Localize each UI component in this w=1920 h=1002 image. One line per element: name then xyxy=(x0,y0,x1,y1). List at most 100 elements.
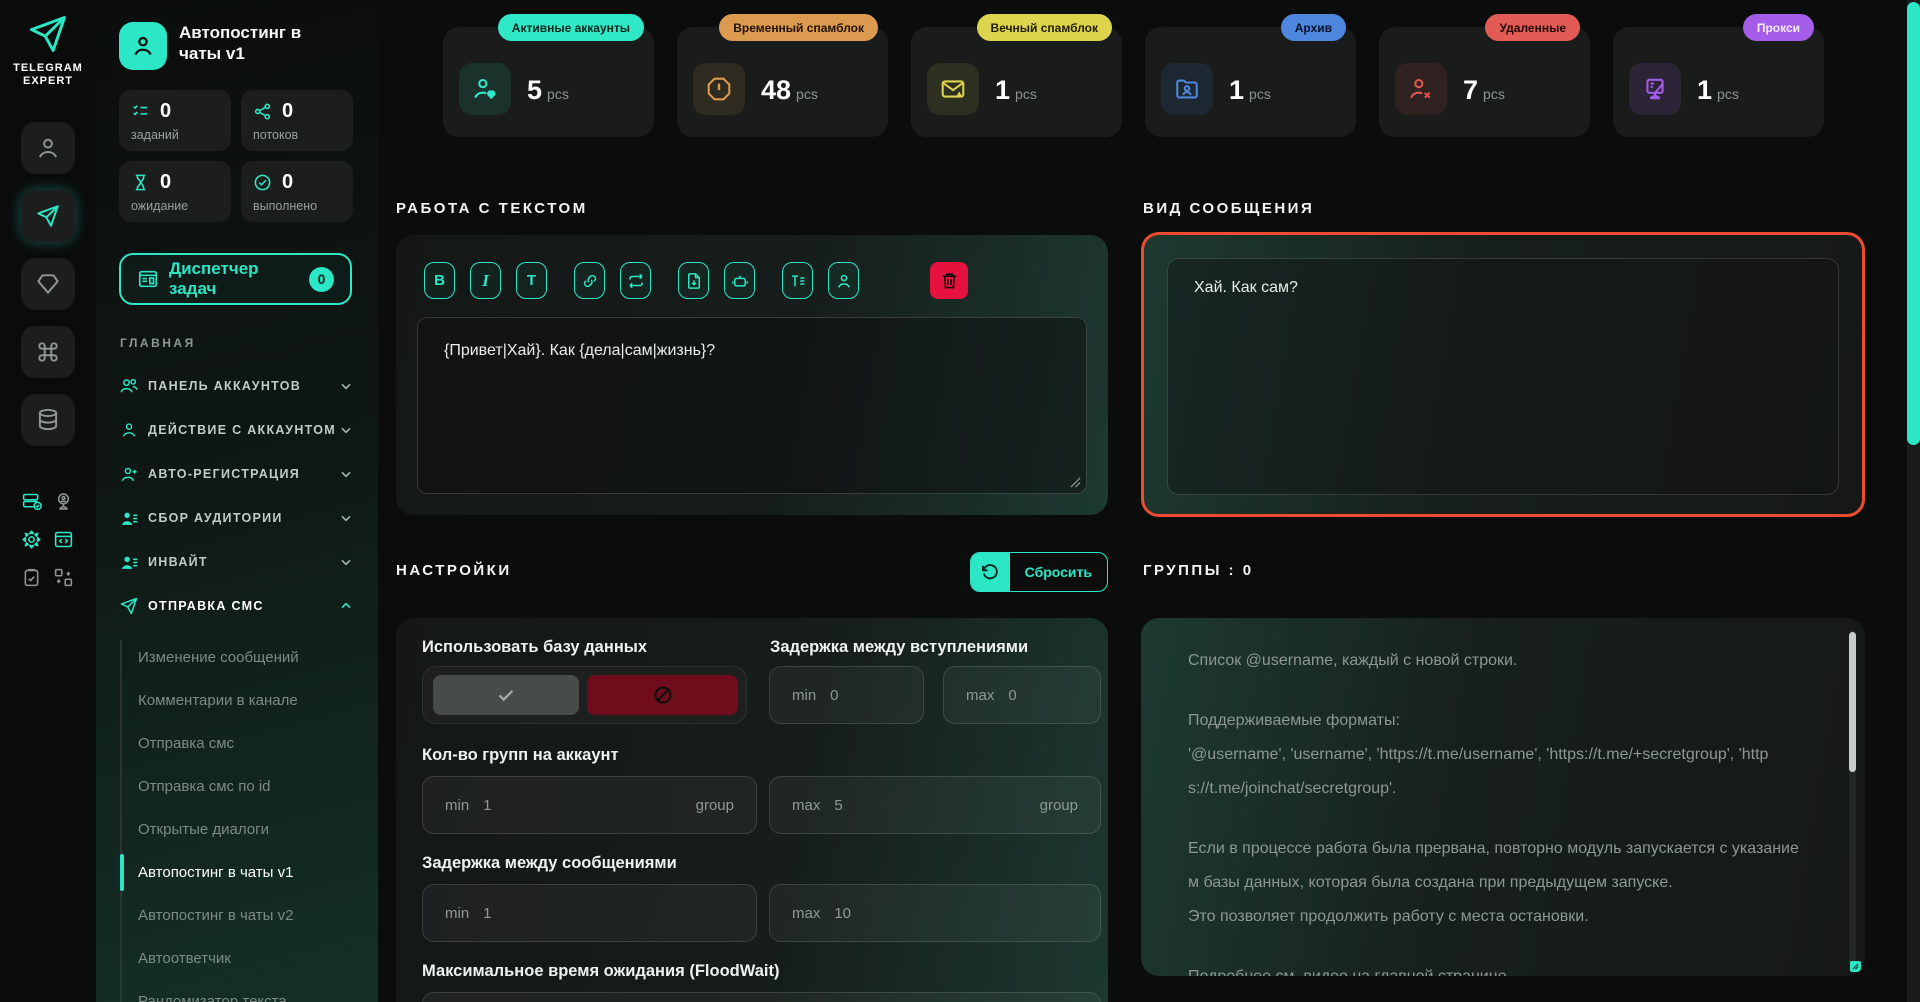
sidebar: Автопостинг в чаты v1 0 заданий 0 потоко… xyxy=(96,0,378,1002)
submenu-item-active[interactable]: Автопостинг в чаты v1 xyxy=(96,851,378,894)
main-content: Активные аккаунты 5pcs Временный спамбло… xyxy=(378,0,1920,1002)
text-template-button[interactable] xyxy=(782,262,813,299)
card-active-accounts[interactable]: Активные аккаунты 5pcs xyxy=(443,27,654,137)
reset-button[interactable]: Сбросить xyxy=(970,552,1108,592)
user-icon xyxy=(835,272,853,290)
menu-item-audience-collection[interactable]: СБОР АУДИТОРИИ xyxy=(96,496,378,540)
submenu-item[interactable]: Изменение сообщений xyxy=(96,636,378,679)
groups-resize-grip[interactable] xyxy=(1850,961,1861,972)
users-icon xyxy=(119,376,139,396)
groups-placeholder-textarea[interactable]: Список @username, каждый с новой строки.… xyxy=(1188,644,1828,976)
stat-value: 0 xyxy=(160,171,171,193)
submenu-item[interactable]: Отправка смс по id xyxy=(96,765,378,808)
chevron-down-icon xyxy=(338,466,354,482)
groups-min-input[interactable]: min1 group xyxy=(422,776,757,834)
submenu-item[interactable]: Отправка смс xyxy=(96,722,378,765)
database-icon xyxy=(35,407,61,433)
message-delay-min-input[interactable]: min1 xyxy=(422,884,757,942)
menu-item-auto-registration[interactable]: АВТО-РЕГИСТРАЦИЯ xyxy=(96,452,378,496)
settings-title: НАСТРОЙКИ xyxy=(396,562,512,579)
clipboard-check-icon[interactable] xyxy=(20,566,42,588)
nav-menu: ПАНЕЛЬ АККАУНТОВ ДЕЙСТВИЕ С АККАУНТОМ АВ… xyxy=(96,364,378,628)
repeat-icon xyxy=(627,272,645,290)
user-badge-icon xyxy=(130,33,156,59)
rail-database-button[interactable] xyxy=(21,394,75,446)
username-insert-button[interactable] xyxy=(828,262,859,299)
menu-item-invite[interactable]: ИНВАЙТ xyxy=(96,540,378,584)
toggle-no-option[interactable] xyxy=(587,675,738,715)
card-proxy[interactable]: Прокси 1pcs xyxy=(1613,27,1824,137)
check-icon xyxy=(495,684,517,706)
task-manager-button[interactable]: Диспетчер задач 0 xyxy=(119,253,352,305)
page-scrollbar-thumb[interactable] xyxy=(1907,2,1920,445)
server-check-icon[interactable] xyxy=(20,490,42,512)
submenu-item[interactable]: Рандомизатор текста xyxy=(96,980,378,1002)
join-delay-label: Задержка между вступлениями xyxy=(770,638,1028,657)
webcam-user-icon[interactable] xyxy=(52,490,74,512)
mail-alert-icon xyxy=(927,63,979,115)
card-perm-spamblock[interactable]: Вечный спамблок 1pcs xyxy=(911,27,1122,137)
user-icon xyxy=(35,135,61,161)
chevron-up-icon xyxy=(338,598,354,614)
use-db-toggle[interactable] xyxy=(422,666,747,724)
chevron-down-icon xyxy=(338,422,354,438)
link-button[interactable] xyxy=(574,262,605,299)
text-format-button[interactable]: T xyxy=(516,262,547,299)
message-view-panel: Хай. Как сам? xyxy=(1141,232,1865,517)
file-import-button[interactable] xyxy=(678,262,709,299)
menu-item-label: ДЕЙСТВИЕ С АККАУНТОМ xyxy=(148,423,338,437)
card-deleted[interactable]: Удаленные 7pcs xyxy=(1379,27,1590,137)
spintax-textarea[interactable]: {Привет|Хай}. Как {дела|сам|жизнь}? xyxy=(417,317,1087,494)
card-archive[interactable]: Архив 1pcs xyxy=(1145,27,1356,137)
gem-icon xyxy=(35,271,61,297)
submenu-item[interactable]: Автоответчик xyxy=(96,937,378,980)
folder-user-icon xyxy=(1161,63,1213,115)
user-list-icon xyxy=(119,509,139,528)
resize-handle-icon[interactable] xyxy=(1070,477,1081,488)
repeat-button[interactable] xyxy=(620,262,651,299)
rail-send-button[interactable] xyxy=(21,190,75,242)
rail-accounts-button[interactable] xyxy=(21,122,75,174)
submenu-item[interactable]: Открытые диалоги xyxy=(96,808,378,851)
groups-scrollbar-thumb[interactable] xyxy=(1849,632,1856,772)
rail-command-button[interactable] xyxy=(21,326,75,378)
status-badge: Удаленные xyxy=(1485,14,1580,41)
join-delay-max-input[interactable]: max0 xyxy=(943,666,1101,724)
card-temp-spamblock[interactable]: Временный спамблок 48pcs xyxy=(677,27,888,137)
stat-tile-waiting: 0 ожидание xyxy=(119,161,231,222)
bot-button[interactable] xyxy=(724,262,755,299)
join-delay-min-input[interactable]: min0 xyxy=(769,666,924,724)
use-db-label: Использовать базу данных xyxy=(422,638,647,657)
brand-line2: EXPERT xyxy=(0,75,96,88)
gear-icon[interactable] xyxy=(20,528,42,550)
transfer-icon[interactable] xyxy=(52,566,74,588)
placeholder-line xyxy=(1188,934,1828,960)
task-count-badge: 0 xyxy=(309,267,334,292)
send-sms-submenu: Изменение сообщений Комментарии в канале… xyxy=(96,636,378,1002)
work-section-title: РАБОТА С ТЕКСТОМ xyxy=(396,200,588,217)
bold-button[interactable]: B xyxy=(424,262,455,299)
placeholder-line: '@username', 'username', 'https://t.me/u… xyxy=(1188,738,1828,772)
rail-premium-button[interactable] xyxy=(21,258,75,310)
circle-slash-icon xyxy=(652,684,674,706)
menu-item-send-sms[interactable]: ОТПРАВКА СМС xyxy=(96,584,378,628)
nav-section-label: ГЛАВНАЯ xyxy=(120,336,196,350)
stat-label: потоков xyxy=(253,128,353,142)
groups-max-input[interactable]: max5 group xyxy=(769,776,1101,834)
submenu-item[interactable]: Автопостинг в чаты v2 xyxy=(96,894,378,937)
code-window-icon[interactable] xyxy=(52,528,74,550)
menu-item-accounts-panel[interactable]: ПАНЕЛЬ АККАУНТОВ xyxy=(96,364,378,408)
submenu-item[interactable]: Комментарии в канале xyxy=(96,679,378,722)
active-indicator-bar xyxy=(120,854,124,891)
clear-text-button[interactable] xyxy=(930,262,968,299)
octagon-alert-icon xyxy=(693,63,745,115)
toggle-yes-option[interactable] xyxy=(433,675,579,715)
italic-button[interactable]: I xyxy=(470,262,501,299)
rotate-ccw-icon xyxy=(971,553,1010,591)
card-value: 1pcs xyxy=(1697,75,1739,106)
account-stat-cards: Активные аккаунты 5pcs Временный спамбло… xyxy=(443,27,1824,137)
floodwait-input[interactable] xyxy=(422,992,1101,1002)
message-preview[interactable]: Хай. Как сам? xyxy=(1167,258,1839,495)
message-delay-max-input[interactable]: max10 xyxy=(769,884,1101,942)
menu-item-account-actions[interactable]: ДЕЙСТВИЕ С АККАУНТОМ xyxy=(96,408,378,452)
